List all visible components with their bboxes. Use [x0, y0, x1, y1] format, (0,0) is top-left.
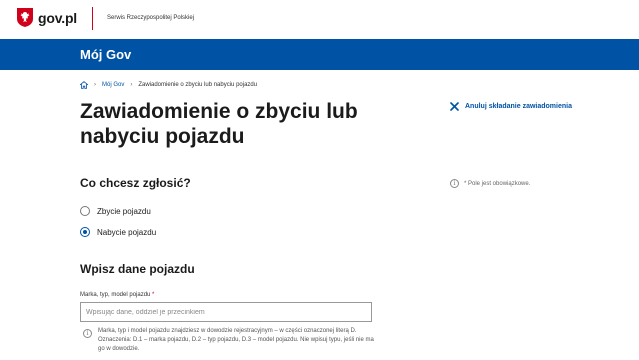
radio-option-zbycie[interactable]: Zbycie pojazdu [80, 206, 151, 216]
vehicle-field-hint: i Marka, typ i model pojazdu znajdziesz … [83, 327, 378, 354]
radio-button[interactable] [80, 206, 90, 216]
required-fields-note: i * Pole jest obowiązkowe. [450, 179, 530, 188]
info-icon: i [450, 179, 459, 188]
header-divider [92, 7, 93, 30]
service-title[interactable]: Mój Gov [80, 47, 131, 62]
breadcrumb-link-moj-gov[interactable]: Mój Gov [102, 82, 124, 88]
required-note-text: * Pole jest obowiązkowe. [464, 180, 531, 187]
radio-option-nabycie[interactable]: Nabycie pojazdu [80, 227, 156, 237]
chevron-right-icon: › [130, 82, 133, 88]
radio-label: Nabycie pojazdu [97, 227, 157, 237]
required-mark: * [152, 292, 155, 298]
radio-label: Zbycie pojazdu [97, 206, 151, 216]
info-icon: i [83, 329, 92, 338]
polish-emblem-icon[interactable] [17, 8, 33, 27]
cancel-submission-label: Anuluj składanie zawiadomienia [465, 103, 572, 110]
vehicle-section-title: Wpisz dane pojazdu [80, 262, 195, 276]
brand-logo-text[interactable]: gov.pl [38, 10, 77, 26]
top-bar: gov.pl Serwis Rzeczypospolitej Polskiej [0, 0, 639, 39]
vehicle-field-label: Marka, typ, model pojazdu * [80, 292, 154, 298]
vehicle-field-label-text: Marka, typ, model pojazdu [80, 292, 151, 298]
breadcrumb: › Mój Gov › Zawiadomienie o zbyciu lub n… [80, 80, 257, 90]
close-icon [450, 102, 459, 111]
vehicle-make-model-input[interactable] [80, 302, 372, 322]
service-header: Mój Gov [0, 39, 639, 70]
service-label: Serwis Rzeczypospolitej Polskiej [107, 15, 195, 21]
question-title: Co chcesz zgłosić? [80, 176, 191, 190]
breadcrumb-current: Zawiadomienie o zbyciu lub nabyciu pojaz… [138, 82, 258, 88]
radio-button-selected[interactable] [80, 227, 90, 237]
vehicle-hint-text: Marka, typ i model pojazdu znajdziesz w … [98, 328, 374, 352]
page-title: Zawiadomienie o zbyciu lub nabyciu pojaz… [80, 100, 358, 148]
home-icon[interactable] [80, 81, 88, 89]
cancel-submission-button[interactable]: Anuluj składanie zawiadomienia [450, 102, 572, 111]
chevron-right-icon: › [94, 82, 96, 88]
